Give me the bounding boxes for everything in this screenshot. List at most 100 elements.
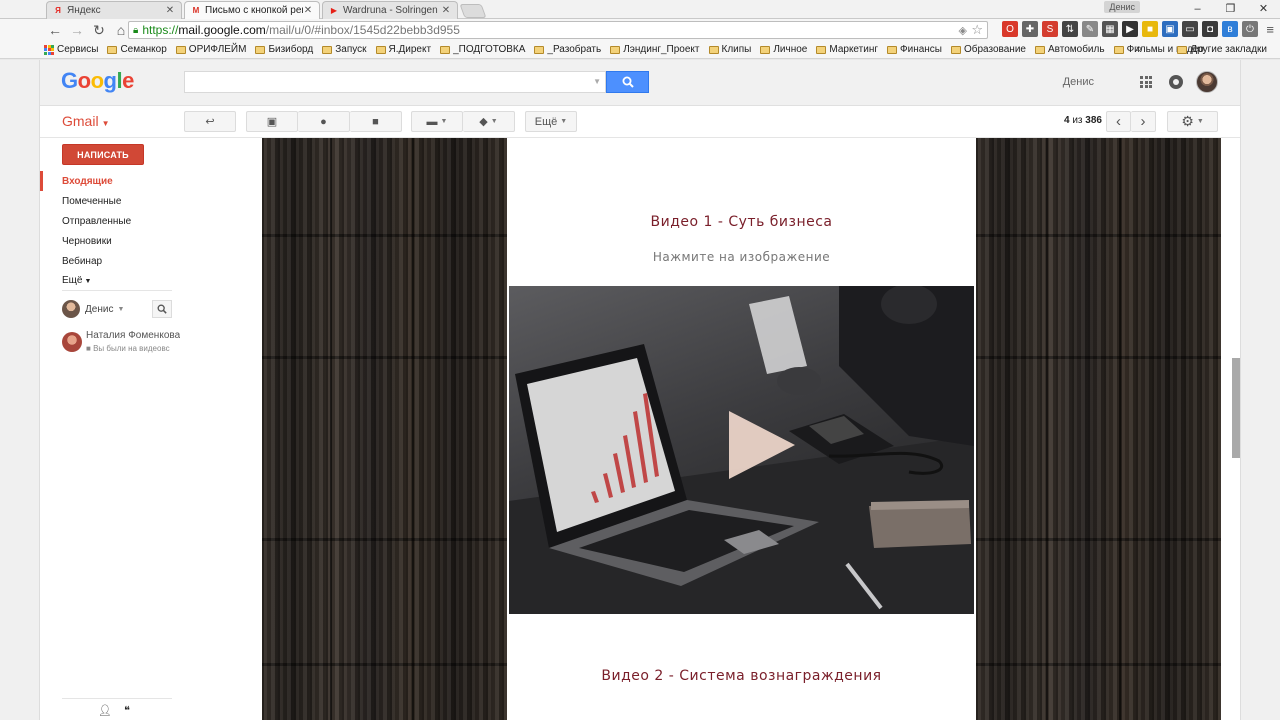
screenshot-extension-icon[interactable]: ▣ [1162,21,1178,37]
puzzle-extension-icon[interactable]: ✚ [1022,21,1038,37]
bookmark-item[interactable]: Семанкор [107,44,167,55]
folder-icon [107,45,118,54]
bookmark-extension-icon[interactable]: ■ [1142,21,1158,37]
translate-icon[interactable]: ◈ [959,24,967,37]
hangouts-icon[interactable]: ❝ [124,704,130,717]
search-options-icon[interactable]: ▼ [593,77,601,86]
newer-button[interactable]: ‹ [1106,111,1131,132]
minimize-icon[interactable]: – [1181,0,1214,18]
back-button[interactable]: ↩ [184,111,236,132]
scrollbar-thumb[interactable] [1232,358,1240,458]
play-icon[interactable] [729,411,795,479]
search-button[interactable] [606,71,649,93]
reload-icon[interactable]: ↻ [88,22,110,39]
bookmark-item[interactable]: Сервисы [44,44,98,55]
google-logo[interactable]: Google [61,68,134,94]
bookmark-item[interactable]: ОРИФЛЕЙМ [175,44,246,55]
chat-search-button[interactable] [152,300,172,318]
bookmark-item[interactable]: Запуск [322,44,367,55]
url-path: /mail/u/0/#inbox/1545d22bebb3d955 [265,23,460,37]
search-input[interactable]: ▼ [184,71,606,93]
close-icon[interactable]: ✕ [303,5,313,16]
bookmark-label: Личное [773,44,808,55]
monitor-extension-icon[interactable]: ▭ [1182,21,1198,37]
labels-button[interactable]: ◆ ▼ [463,111,515,132]
close-window-icon[interactable]: ✕ [1247,0,1280,18]
plank-seam [330,138,332,720]
sidebar-item-sent[interactable]: Отправленные [62,216,131,227]
apps-grid-icon[interactable] [1140,76,1152,88]
forward-extension-icon[interactable]: ▶ [1122,21,1138,37]
folder-icon [708,45,719,54]
back-arrow-icon[interactable]: ← [44,22,66,38]
save-extension-icon[interactable]: S [1042,21,1058,37]
compose-button[interactable]: НАПИСАТЬ [62,144,144,165]
eyedropper-extension-icon[interactable]: ✎ [1082,21,1098,37]
bookmark-item[interactable]: Я.Директ [375,44,431,55]
new-tab-button[interactable] [459,4,487,18]
video-1-title: Видео 1 - Суть бизнеса [650,214,833,230]
sidebar-item-inbox[interactable]: Входящие [62,176,113,187]
video-camera-icon: ■ [86,344,94,353]
vk-extension-icon[interactable]: в [1222,21,1238,37]
notifications-icon[interactable] [1169,75,1183,89]
sync-extension-icon[interactable]: ⇅ [1062,21,1078,37]
sidebar-item-starred[interactable]: Помеченные [62,196,121,207]
bookmark-item[interactable]: _Разобрать [534,44,601,55]
archive-button[interactable]: ▣ [246,111,298,132]
move-to-button[interactable]: ▬ ▼ [411,111,463,132]
power-extension-icon[interactable]: ⏻ [1242,21,1258,37]
avatar[interactable] [1196,71,1218,93]
maximize-icon[interactable]: ❐ [1214,0,1247,18]
user-name[interactable]: Денис [1063,76,1094,88]
bookmark-item[interactable]: Автомобиль [1034,44,1105,55]
bookmark-item[interactable]: Лэндинг_Проект [610,44,700,55]
bookmark-label: Бизиборд [268,44,314,55]
more-button[interactable]: Ещё ▼ [525,111,577,132]
folder-icon: ▬ [426,115,438,128]
profile-badge[interactable]: Денис [1104,1,1140,13]
spam-button[interactable]: ● [298,111,350,132]
bookmark-star-icon[interactable]: ☆ [971,22,983,38]
bookmark-item[interactable]: Клипы [708,44,751,55]
hamburger-menu-icon[interactable]: ≡ [1266,22,1274,37]
settings-button[interactable]: ⚙ ▼ [1167,111,1218,132]
bookmarks-overflow-icon[interactable]: » [1136,43,1142,55]
chevron-down-icon: ▼ [101,119,110,128]
bookmark-item[interactable]: Личное [760,44,807,55]
video-2-title: Видео 2 - Система вознаграждения [601,668,882,684]
close-icon[interactable]: ✕ [165,5,175,16]
grid-extension-icon[interactable]: ▦ [1102,21,1118,37]
opera-extension-icon[interactable]: O [1002,21,1018,37]
bookmark-item[interactable]: _ПОДГОТОВКА [440,44,525,55]
person-icon[interactable]: 👤︎ [98,704,112,717]
chat-self[interactable]: Денис ▼ [62,300,124,318]
pocket-extension-icon[interactable]: ◘ [1202,21,1218,37]
mail-toolbar: Gmail ▼ ↩ ▣ ● ■ ▬ ▼ ◆ ▼ Ещё ▼ 4 из 386 ‹ › ⚙… [40,106,1240,138]
sidebar-item-drafts[interactable]: Черновики [62,236,112,247]
address-bar[interactable]: 🔒︎ https://mail.google.com/mail/u/0/#inb… [128,21,988,39]
video-1-thumbnail[interactable] [509,286,974,614]
bookmark-item[interactable]: Финансы [887,44,942,55]
folder-icon [440,45,451,54]
sidebar-item-more[interactable]: Ещё ▼ [62,275,91,286]
tab-youtube[interactable]: ▶ Wardruna - Solringen ✕ [322,1,458,19]
older-button[interactable]: › [1131,111,1156,132]
close-icon[interactable]: ✕ [441,5,451,16]
other-bookmarks[interactable]: Другие закладки [1177,41,1267,59]
bookmark-item[interactable]: Образование [950,44,1026,55]
bookmark-item[interactable]: Маркетинг [816,44,878,55]
tab-yandex[interactable]: Я Яндекс ✕ [46,1,182,19]
gmail-app-menu[interactable]: Gmail ▼ [62,113,109,129]
gmail-page: Google ▼ Денис Gmail ▼ ↩ ▣ ● ■ ▬ ▼ ◆ ▼ Ещё ▼… [40,60,1240,720]
folder-icon [1034,45,1045,54]
tab-gmail[interactable]: M Письмо с кнопкой регис ✕ [184,1,320,19]
spam-icon: ● [320,115,327,128]
delete-button[interactable]: ■ [350,111,402,132]
search-icon [157,304,167,314]
folder-icon [760,45,771,54]
bookmark-item[interactable]: Бизиборд [255,44,313,55]
sidebar-item-webinar[interactable]: Вебинар [62,256,102,267]
forward-arrow-icon[interactable]: → [66,22,88,38]
counter-total: 386 [1085,115,1102,126]
